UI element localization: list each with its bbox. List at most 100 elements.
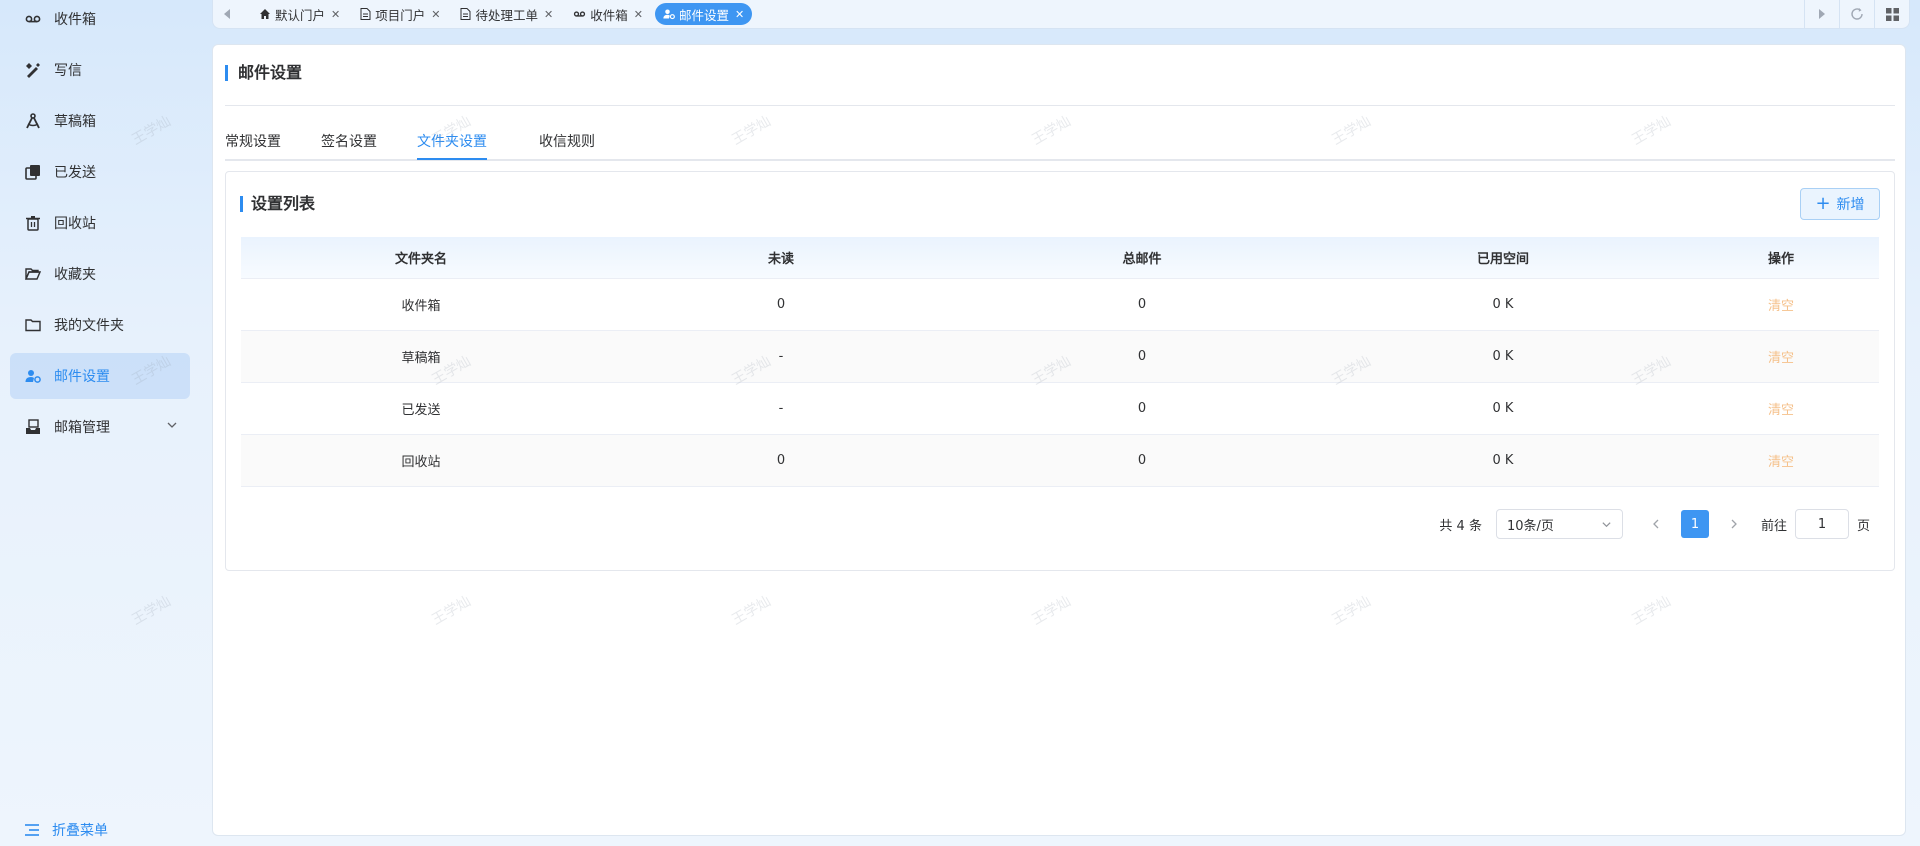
pen-ruler-icon xyxy=(24,61,42,79)
sidebar-item-label: 邮件设置 xyxy=(54,369,110,385)
drafting-compass-icon xyxy=(24,112,42,130)
prev-page-button[interactable] xyxy=(1641,519,1671,529)
table-row: 草稿箱 - 0 0 K 清空 xyxy=(241,330,1879,383)
user-gear-icon xyxy=(24,367,42,385)
cell-actions: 清空 xyxy=(1683,330,1879,383)
tab-scroll-left-button[interactable] xyxy=(213,0,241,28)
sidebar-item-favorites[interactable]: 收藏夹 xyxy=(10,251,190,297)
clear-link[interactable]: 清空 xyxy=(1768,351,1794,366)
caret-left-icon xyxy=(224,9,230,19)
tab-default-portal[interactable]: 默认门户 ✕ xyxy=(251,3,348,25)
tab-label: 收件箱 xyxy=(590,7,628,23)
add-button[interactable]: + 新增 xyxy=(1800,188,1880,220)
main-panel: 邮件设置 常规设置 签名设置 文件夹设置 收信规则 设置列表 + 新增 文件夹名… xyxy=(212,44,1906,836)
cell-folder-name: 收件箱 xyxy=(241,278,601,331)
chevron-left-icon xyxy=(1653,519,1659,529)
card-title: 设置列表 xyxy=(240,196,315,212)
chevron-down-icon xyxy=(166,419,178,435)
page-size-select[interactable]: 10条/页 xyxy=(1495,509,1623,539)
tab-folder-settings[interactable]: 文件夹设置 xyxy=(417,131,487,160)
cell-unread: - xyxy=(601,330,961,383)
page-title: 邮件设置 xyxy=(225,65,302,81)
cell-unread: - xyxy=(601,382,961,435)
tab-label: 项目门户 xyxy=(375,7,426,23)
user-gear-icon xyxy=(663,8,675,20)
cell-folder-name: 草稿箱 xyxy=(241,330,601,383)
collapse-menu-label: 折叠菜单 xyxy=(52,823,108,839)
voicemail-icon xyxy=(573,8,586,20)
page-number-button[interactable]: 1 xyxy=(1680,510,1709,538)
sidebar-item-sent[interactable]: 已发送 xyxy=(10,149,190,195)
sidebar-item-label: 收件箱 xyxy=(54,12,96,28)
sidebar-item-my-folders[interactable]: 我的文件夹 xyxy=(10,302,190,348)
tab-signature-settings[interactable]: 签名设置 xyxy=(321,131,377,158)
sidebar-item-compose[interactable]: 写信 xyxy=(10,47,190,93)
tab-receive-rules[interactable]: 收信规则 xyxy=(539,131,595,158)
clear-link[interactable]: 清空 xyxy=(1768,299,1794,314)
close-icon[interactable]: ✕ xyxy=(331,8,340,21)
inbox-tray-icon xyxy=(24,418,42,436)
sidebar-item-mail-settings[interactable]: 邮件设置 xyxy=(10,353,190,399)
tab-label: 默认门户 xyxy=(275,7,326,23)
collapse-menu-button[interactable]: 折叠菜单 xyxy=(24,820,108,840)
tab-mail-settings[interactable]: 邮件设置 ✕ xyxy=(654,3,753,25)
close-icon[interactable]: ✕ xyxy=(544,8,553,21)
grid-menu-button[interactable] xyxy=(1874,0,1909,28)
cell-actions: 清空 xyxy=(1683,382,1879,435)
cell-folder-name: 回收站 xyxy=(241,434,601,487)
home-icon xyxy=(259,8,271,20)
tab-general-settings[interactable]: 常规设置 xyxy=(225,131,281,158)
column-header-actions: 操作 xyxy=(1683,237,1879,279)
add-button-label: 新增 xyxy=(1836,197,1865,213)
column-header-used-space: 已用空间 xyxy=(1323,237,1683,279)
sidebar-item-drafts[interactable]: 草稿箱 xyxy=(10,98,190,144)
clear-link[interactable]: 清空 xyxy=(1768,455,1794,470)
column-header-folder-name: 文件夹名 xyxy=(241,237,601,279)
clear-link[interactable]: 清空 xyxy=(1768,403,1794,418)
sidebar-item-label: 收藏夹 xyxy=(54,267,96,283)
cell-folder-name: 已发送 xyxy=(241,382,601,435)
copy-stack-icon xyxy=(24,163,42,181)
table-row: 收件箱 0 0 0 K 清空 xyxy=(241,278,1879,331)
sidebar-item-label: 回收站 xyxy=(54,216,96,232)
tab-project-portal[interactable]: 项目门户 ✕ xyxy=(352,3,448,25)
sidebar-item-inbox[interactable]: 收件箱 xyxy=(10,0,190,42)
cell-used-space: 0 K xyxy=(1323,330,1683,383)
tab-pending-tickets[interactable]: 待处理工单 ✕ xyxy=(452,3,561,25)
sidebar-item-label: 邮箱管理 xyxy=(54,420,110,436)
sidebar-item-label: 已发送 xyxy=(54,165,96,181)
close-icon[interactable]: ✕ xyxy=(431,8,440,21)
cell-actions: 清空 xyxy=(1683,278,1879,331)
table-row: 已发送 - 0 0 K 清空 xyxy=(241,382,1879,435)
voicemail-icon xyxy=(24,10,42,28)
caret-right-icon xyxy=(1819,9,1825,19)
document-icon xyxy=(460,8,471,20)
close-icon[interactable]: ✕ xyxy=(735,8,744,21)
goto-suffix: 页 xyxy=(1856,518,1870,534)
cell-used-space: 0 K xyxy=(1323,434,1683,487)
chevron-down-icon xyxy=(1602,521,1611,527)
goto-page-input[interactable] xyxy=(1794,509,1849,539)
grid-icon xyxy=(1885,7,1899,21)
cell-total: 0 xyxy=(961,382,1323,435)
pagination-total: 共 4 条 xyxy=(1439,518,1482,534)
cell-used-space: 0 K xyxy=(1323,382,1683,435)
refresh-button[interactable] xyxy=(1839,0,1874,28)
menu-fold-icon xyxy=(24,823,40,837)
chevron-right-icon xyxy=(1731,519,1737,529)
column-header-unread: 未读 xyxy=(601,237,961,279)
tab-inbox[interactable]: 收件箱 ✕ xyxy=(565,3,651,25)
cell-unread: 0 xyxy=(601,278,961,331)
pagination: 共 4 条 10条/页 1 前往 页 xyxy=(1439,508,1870,540)
trash-icon xyxy=(24,214,42,232)
next-page-button[interactable] xyxy=(1719,519,1749,529)
sidebar-item-trash[interactable]: 回收站 xyxy=(10,200,190,246)
tab-scroll-right-button[interactable] xyxy=(1804,0,1839,28)
page-size-value: 10条/页 xyxy=(1506,518,1554,534)
sidebar-item-label: 草稿箱 xyxy=(54,114,96,130)
close-icon[interactable]: ✕ xyxy=(634,8,643,21)
cell-total: 0 xyxy=(961,434,1323,487)
settings-list-card: 设置列表 + 新增 文件夹名 未读 总邮件 已用空间 操作 收件箱 0 0 0 … xyxy=(225,171,1895,571)
sidebar-item-mailbox-management[interactable]: 邮箱管理 xyxy=(10,404,190,450)
goto-label: 前往 xyxy=(1760,518,1787,534)
